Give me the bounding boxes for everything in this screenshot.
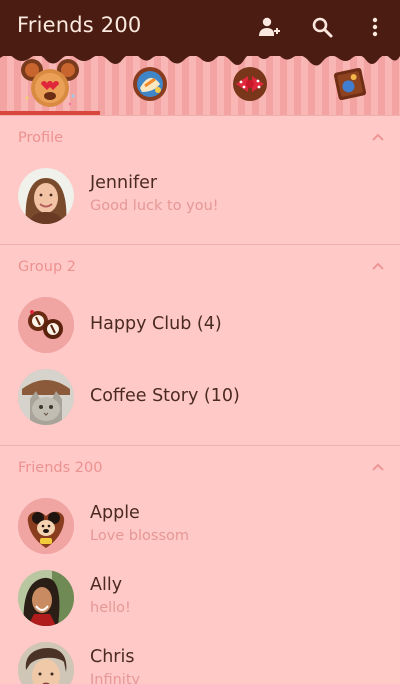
friend-row[interactable]: Ally hello! — [0, 562, 400, 634]
friend-status: Infinity — [90, 672, 141, 684]
chevron-up-icon[interactable] — [372, 261, 384, 271]
section-header-friends[interactable]: Friends 200 — [0, 446, 400, 490]
more-vert-icon[interactable] — [362, 14, 388, 40]
friend-status: Love blossom — [90, 528, 190, 544]
group-row[interactable]: Coffee Story (10) — [0, 361, 400, 433]
add-friend-icon[interactable] — [256, 14, 282, 40]
avatar — [18, 168, 74, 224]
friend-name: Apple — [90, 503, 140, 523]
chevron-up-icon[interactable] — [372, 462, 384, 472]
friend-row[interactable]: Apple Love blossom — [0, 490, 400, 562]
avatar — [18, 498, 74, 554]
profile-row[interactable]: Jennifer Good luck to you! — [0, 160, 400, 232]
section-title: Friends 200 — [18, 460, 103, 476]
group-name: Coffee Story (10) — [90, 386, 240, 406]
group-avatar — [18, 297, 74, 353]
friend-row[interactable]: Chris Infinity — [0, 634, 400, 684]
friend-name: Ally — [90, 575, 123, 595]
group-row[interactable]: Happy Club (4) — [0, 289, 400, 361]
section-title: Profile — [18, 130, 64, 146]
avatar — [18, 642, 74, 684]
friend-status: Good luck to you! — [90, 198, 219, 214]
chevron-up-icon[interactable] — [372, 132, 384, 142]
friend-name: Jennifer — [90, 173, 158, 193]
section-title: Group 2 — [18, 259, 76, 275]
friend-name: Chris — [90, 647, 135, 667]
avatar — [18, 570, 74, 626]
section-header-profile[interactable]: Profile — [0, 116, 400, 160]
page-title: Friends 200 — [17, 13, 142, 37]
section-header-group[interactable]: Group 2 — [0, 245, 400, 289]
friends-list: Profile Jennifer Good luck to you! Group… — [0, 116, 400, 684]
drip-decoration — [0, 48, 400, 66]
search-icon[interactable] — [309, 14, 335, 40]
group-avatar — [18, 369, 74, 425]
group-name: Happy Club (4) — [90, 314, 222, 334]
friends-screen: Friends 200 Profile Jennifer Good luck t… — [0, 0, 400, 684]
friend-status: hello! — [90, 600, 131, 616]
